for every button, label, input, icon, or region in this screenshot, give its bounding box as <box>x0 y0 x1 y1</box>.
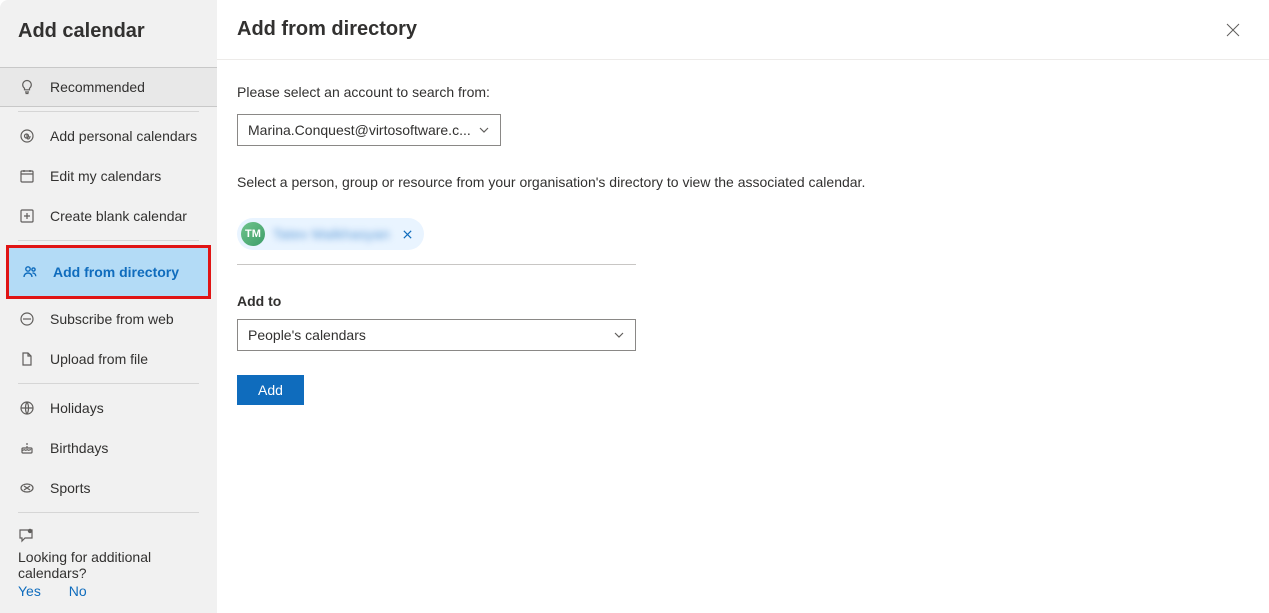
no-entry-icon <box>18 310 36 328</box>
person-search-field[interactable]: TM Tatev Malkhasyan <box>237 218 636 265</box>
divider <box>18 240 199 241</box>
feedback-no[interactable]: No <box>69 583 87 599</box>
chat-icon <box>18 527 36 545</box>
sidebar-item-label: Birthdays <box>50 440 108 456</box>
sidebar-item-label: Add from directory <box>53 264 179 280</box>
account-prompt: Please select an account to search from: <box>237 84 897 100</box>
sidebar-item-edit[interactable]: Edit my calendars <box>0 156 217 196</box>
account-dropdown[interactable]: Marina.Conquest@virtosoftware.c... <box>237 114 501 146</box>
sports-icon <box>18 479 36 497</box>
close-button[interactable] <box>1217 14 1249 46</box>
main-header: Add from directory <box>217 0 1269 60</box>
avatar: TM <box>241 222 265 246</box>
directory-help-text: Select a person, group or resource from … <box>237 174 897 190</box>
people-icon <box>21 263 39 281</box>
sidebar-item-label: Holidays <box>50 400 104 416</box>
sidebar-item-recommended[interactable]: Recommended <box>0 67 217 107</box>
sidebar-item-upload[interactable]: Upload from file <box>0 339 217 379</box>
cake-icon <box>18 439 36 457</box>
sidebar-item-personal[interactable]: Add personal calendars <box>0 116 217 156</box>
file-icon <box>18 350 36 368</box>
sidebar-item-label: Subscribe from web <box>50 311 174 327</box>
close-icon <box>402 229 413 240</box>
chip-remove-button[interactable] <box>398 224 418 244</box>
feedback-prompt: Looking for additional calendars? <box>18 549 199 581</box>
sidebar-item-directory[interactable]: Add from directory <box>9 248 208 296</box>
sidebar-item-label: Create blank calendar <box>50 208 187 224</box>
account-value: Marina.Conquest@virtosoftware.c... <box>248 122 478 138</box>
plus-square-icon <box>18 207 36 225</box>
sidebar-item-subscribe[interactable]: Subscribe from web <box>0 299 217 339</box>
divider <box>18 383 199 384</box>
chevron-down-icon <box>613 329 625 341</box>
sidebar-title: Add calendar <box>0 14 217 67</box>
sidebar-item-label: Edit my calendars <box>50 168 161 184</box>
add-button[interactable]: Add <box>237 375 304 405</box>
chip-name: Tatev Malkhasyan <box>273 226 390 242</box>
main-panel: Add from directory Please select an acco… <box>217 0 1269 613</box>
feedback-yes[interactable]: Yes <box>18 583 41 599</box>
sidebar-item-label: Recommended <box>50 79 145 95</box>
sidebar-item-label: Add personal calendars <box>50 128 197 144</box>
edit-calendar-icon <box>18 167 36 185</box>
sidebar-item-blank[interactable]: Create blank calendar <box>0 196 217 236</box>
chevron-down-icon <box>478 124 490 136</box>
sidebar-item-sports[interactable]: Sports <box>0 468 217 508</box>
main-body: Please select an account to search from:… <box>217 60 917 429</box>
sidebar-item-birthdays[interactable]: Birthdays <box>0 428 217 468</box>
sidebar-item-holidays[interactable]: Holidays <box>0 388 217 428</box>
close-icon <box>1226 23 1240 37</box>
email-icon <box>18 127 36 145</box>
addto-label: Add to <box>237 293 897 309</box>
lightbulb-icon <box>18 78 36 96</box>
sidebar: Add calendar Recommended Add personal ca… <box>0 0 217 613</box>
addto-value: People's calendars <box>248 327 613 343</box>
divider <box>18 111 199 112</box>
highlight-box: Add from directory <box>6 245 211 299</box>
sidebar-item-label: Upload from file <box>50 351 148 367</box>
feedback-section: Looking for additional calendars? Yes No <box>0 517 217 609</box>
addto-dropdown[interactable]: People's calendars <box>237 319 636 351</box>
globe-icon <box>18 399 36 417</box>
page-title: Add from directory <box>237 18 417 41</box>
divider <box>18 512 199 513</box>
person-chip: TM Tatev Malkhasyan <box>237 218 424 250</box>
sidebar-item-label: Sports <box>50 480 90 496</box>
